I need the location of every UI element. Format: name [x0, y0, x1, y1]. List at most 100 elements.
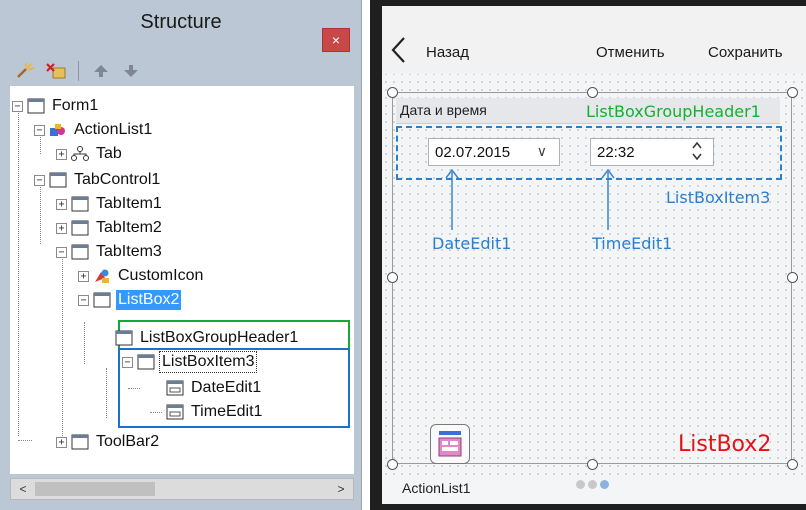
time-edit[interactable]: 22:32 — [590, 138, 714, 166]
group-header-text: Дата и время — [400, 102, 487, 118]
tree-label: Tab — [96, 145, 122, 162]
close-button[interactable]: × — [322, 28, 350, 52]
tree-node-timeedit1[interactable]: TimeEdit1 — [166, 400, 264, 424]
window-icon — [137, 354, 155, 370]
back-button[interactable]: Назад — [426, 44, 469, 61]
tree-label: DateEdit1 — [191, 379, 262, 396]
resize-handle[interactable] — [387, 272, 398, 283]
tree-node-tabitem3[interactable]: − TabItem3 — [56, 240, 164, 264]
arrow-up-icon — [601, 168, 615, 230]
window-icon — [71, 434, 89, 450]
tree-node-tabitem1[interactable]: + TabItem1 — [56, 192, 164, 216]
scroll-thumb[interactable] — [35, 482, 155, 496]
window-icon — [49, 172, 67, 188]
collapse-icon[interactable]: − — [12, 100, 23, 112]
scroll-left-icon[interactable]: < — [13, 481, 33, 497]
move-up-icon[interactable] — [89, 60, 113, 82]
tree-node-tabcontrol1[interactable]: − TabControl1 — [34, 168, 162, 192]
tree-label: TabControl1 — [74, 171, 161, 188]
date-value: 02.07.2015 — [435, 144, 511, 161]
tree-label: Form1 — [52, 97, 99, 114]
tree-label: TabItem3 — [96, 243, 162, 260]
window-icon — [71, 196, 89, 212]
date-edit[interactable]: 02.07.2015 ∨ — [428, 138, 560, 166]
resize-handle[interactable] — [587, 459, 598, 470]
tree-label: ListBox2 — [116, 290, 182, 310]
edit-icon — [166, 404, 184, 420]
customicon-icon — [95, 269, 109, 283]
tree-node-customicon[interactable]: + CustomIcon — [78, 264, 205, 288]
save-button[interactable]: Сохранить — [708, 44, 783, 61]
tree-label: ListBoxItem3 — [158, 351, 258, 373]
page-dot[interactable] — [576, 480, 585, 489]
resize-handle[interactable] — [387, 87, 398, 98]
actionlist-icon — [50, 124, 65, 136]
delete-item-icon[interactable] — [44, 60, 68, 82]
page-indicator — [576, 480, 609, 489]
collapse-icon[interactable]: − — [78, 294, 89, 306]
collapse-icon[interactable]: − — [34, 124, 45, 136]
structure-panel: Structure × − Form1 − ActionList1 + Tab … — [0, 0, 362, 510]
listbox-annotation: ListBox2 — [678, 432, 772, 457]
tree-label: ListBoxGroupHeader1 — [140, 329, 299, 346]
collapse-icon[interactable]: − — [34, 174, 45, 186]
tree-node-dateedit1[interactable]: DateEdit1 — [166, 376, 263, 400]
tab-hierarchy-icon — [71, 146, 89, 161]
tree-label: TimeEdit1 — [191, 403, 263, 420]
toolbar-header: Назад Отменить Сохранить — [382, 6, 806, 74]
back-chevron-icon[interactable] — [388, 36, 410, 64]
design-canvas[interactable]: Назад Отменить Сохранить Дата и время Li… — [382, 6, 806, 504]
window-icon — [71, 220, 89, 236]
horizontal-scrollbar[interactable]: < > — [10, 478, 354, 500]
actionlist-label: ActionList1 — [402, 480, 471, 496]
expand-icon[interactable]: + — [56, 222, 67, 234]
expand-icon[interactable]: + — [56, 436, 67, 448]
form-icon — [27, 98, 45, 114]
tree-node-tabitem2[interactable]: + TabItem2 — [56, 216, 164, 240]
expand-icon[interactable]: + — [56, 198, 67, 210]
resize-handle[interactable] — [387, 459, 398, 470]
tree-node-form1[interactable]: − Form1 — [12, 94, 100, 118]
new-item-icon[interactable] — [14, 60, 38, 82]
structure-toolbar — [14, 58, 354, 84]
window-icon — [71, 244, 89, 260]
window-icon — [115, 330, 133, 346]
structure-tree: − Form1 − ActionList1 + Tab − TabControl… — [10, 86, 354, 474]
tree-label: TabItem1 — [96, 195, 162, 212]
resize-handle[interactable] — [587, 87, 598, 98]
scroll-right-icon[interactable]: > — [331, 481, 351, 497]
tree-node-listboxitem3[interactable]: − ListBoxItem3 — [122, 350, 258, 374]
edit-icon — [166, 380, 184, 396]
tree-node-listbox2[interactable]: − ListBox2 — [78, 288, 182, 312]
actionlist-component-icon[interactable] — [430, 424, 470, 464]
listboxitem-annotation: ListBoxItem3 — [666, 188, 771, 207]
tree-label: CustomIcon — [118, 267, 204, 284]
spin-updown-icon[interactable] — [691, 140, 703, 162]
resize-handle[interactable] — [787, 272, 798, 283]
tree-label: TabItem2 — [96, 219, 162, 236]
resize-handle[interactable] — [787, 459, 798, 470]
resize-handle[interactable] — [787, 87, 798, 98]
tree-node-toolbar2[interactable]: + ToolBar2 — [56, 430, 161, 454]
move-down-icon[interactable] — [119, 60, 143, 82]
chevron-down-icon[interactable]: ∨ — [537, 143, 547, 160]
tree-node-tab[interactable]: + Tab — [56, 142, 124, 166]
timeedit-annotation: TimeEdit1 — [592, 234, 673, 253]
page-dot[interactable] — [588, 480, 597, 489]
toolbar-separator — [78, 61, 79, 81]
dateedit-annotation: DateEdit1 — [432, 234, 512, 253]
collapse-icon[interactable]: − — [56, 246, 67, 258]
cancel-button[interactable]: Отменить — [596, 44, 665, 61]
expand-icon[interactable]: + — [56, 148, 67, 160]
tree-label: ActionList1 — [74, 121, 153, 138]
collapse-icon[interactable]: − — [122, 356, 133, 368]
page-dot-active[interactable] — [600, 480, 609, 489]
tree-node-listboxgroupheader1[interactable]: ListBoxGroupHeader1 — [115, 326, 300, 350]
groupheader-annotation: ListBoxGroupHeader1 — [586, 102, 761, 121]
form-designer: Назад Отменить Сохранить Дата и время Li… — [370, 0, 806, 510]
tree-node-actionlist1[interactable]: − ActionList1 — [34, 118, 154, 142]
arrow-up-icon — [445, 168, 459, 230]
expand-icon[interactable]: + — [78, 270, 89, 282]
window-icon — [93, 292, 111, 308]
structure-title: Structure — [140, 11, 222, 33]
